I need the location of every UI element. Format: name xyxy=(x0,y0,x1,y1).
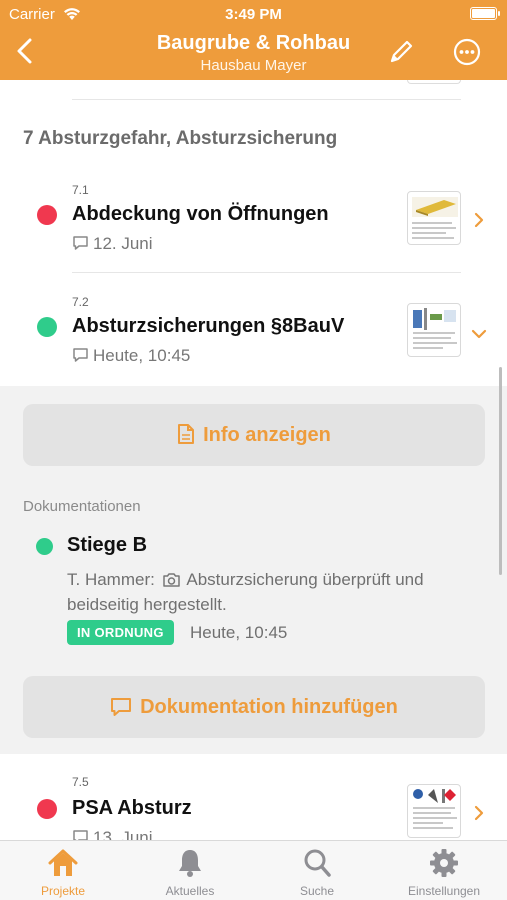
more-options-button[interactable] xyxy=(452,37,482,67)
chevron-down-icon xyxy=(471,329,487,339)
item-number: 7.5 xyxy=(72,775,89,789)
page-title: Baugrube & Rohbau xyxy=(156,32,351,54)
item-thumbnail[interactable] xyxy=(407,303,461,357)
content-scroll[interactable]: 7 Absturzgefahr, Absturzsicherung 7.1 Ab… xyxy=(0,80,507,840)
item-comment: 13. Juni xyxy=(72,828,153,840)
documentation-time: Heute, 10:45 xyxy=(190,623,288,642)
camera-icon xyxy=(162,573,180,587)
tab-label: Suche xyxy=(299,884,335,898)
item-thumbnail[interactable] xyxy=(407,191,461,245)
tab-label: Projekte xyxy=(40,884,86,898)
add-documentation-button[interactable]: Dokumentation hinzufügen xyxy=(23,676,485,738)
nav-header: Carrier 3:49 PM Baugrube & Rohbau Hausba… xyxy=(0,0,507,80)
scrollbar[interactable] xyxy=(499,367,502,575)
expanded-detail: Info anzeigen Dokumentationen Stiege B T… xyxy=(0,386,507,754)
status-dot-green xyxy=(37,317,57,337)
item-number: 7.1 xyxy=(72,183,89,197)
item-comment: 12. Juni xyxy=(72,234,153,254)
search-icon xyxy=(304,849,331,877)
item-thumbnail[interactable] xyxy=(407,784,461,838)
tab-label: Einstellungen xyxy=(407,884,481,898)
status-dot-green xyxy=(36,538,53,555)
edit-pencil-button[interactable] xyxy=(387,38,415,66)
status-badge: IN ORDNUNG xyxy=(67,620,174,645)
chevron-right-icon xyxy=(474,805,484,821)
status-bar: Carrier 3:49 PM xyxy=(0,6,507,24)
tab-bar: Projekte Aktuelles Suche Einstellungen xyxy=(0,840,507,900)
gear-icon xyxy=(430,849,458,877)
chevron-right-icon xyxy=(474,212,484,228)
title-block: Baugrube & Rohbau Hausbau Mayer xyxy=(0,32,507,74)
item-number: 7.2 xyxy=(72,295,89,309)
info-button[interactable]: Info anzeigen xyxy=(23,404,485,466)
clock: 3:49 PM xyxy=(225,6,282,23)
tab-aktuelles[interactable]: Aktuelles xyxy=(127,841,253,900)
battery-icon xyxy=(470,7,500,20)
tab-suche[interactable]: Suche xyxy=(254,841,380,900)
documentation-title: Stiege B xyxy=(67,534,148,556)
bell-icon xyxy=(179,850,201,877)
tab-projekte[interactable]: Projekte xyxy=(0,841,126,900)
item-comment: Heute, 10:45 xyxy=(72,346,190,366)
page-subtitle: Hausbau Mayer xyxy=(200,57,307,74)
checklist-item-7-5[interactable]: 7.5 PSA Absturz 13. Juni xyxy=(0,754,507,840)
item-title: PSA Absturz xyxy=(72,797,192,819)
item-title: Absturzsicherungen §8BauV xyxy=(72,315,345,337)
comment-icon xyxy=(73,236,88,250)
partial-thumbnail xyxy=(407,80,461,84)
documentation-section-label: Dokumentationen xyxy=(23,498,141,515)
document-icon xyxy=(178,424,195,444)
comment-icon xyxy=(73,830,88,840)
status-dot-red xyxy=(37,799,57,819)
tab-einstellungen[interactable]: Einstellungen xyxy=(381,841,507,900)
status-dot-red xyxy=(37,205,57,225)
documentation-text: T. Hammer: Absturzsicherung überprüft un… xyxy=(67,570,424,614)
section-title: 7 Absturzgefahr, Absturzsicherung xyxy=(23,128,338,149)
checklist-item-7-2[interactable]: 7.2 Absturzsicherungen §8BauV Heute, 10:… xyxy=(0,282,507,394)
comment-icon xyxy=(73,348,88,362)
divider xyxy=(72,99,461,100)
house-icon xyxy=(48,849,78,876)
tab-label: Aktuelles xyxy=(165,884,215,898)
checklist-item-7-1[interactable]: 7.1 Abdeckung von Öffnungen 12. Juni xyxy=(0,170,507,282)
divider xyxy=(72,272,461,273)
item-title: Abdeckung von Öffnungen xyxy=(72,203,329,225)
comment-icon xyxy=(111,698,132,716)
